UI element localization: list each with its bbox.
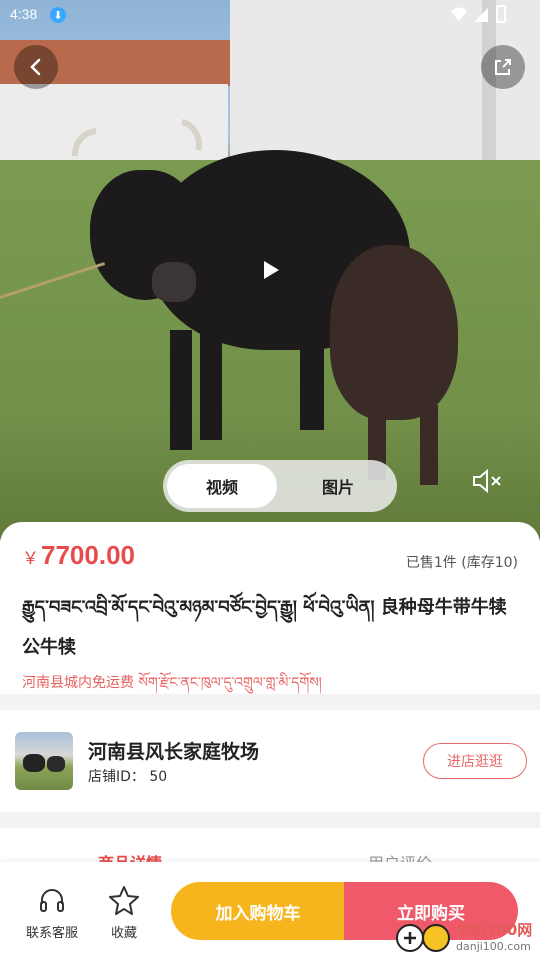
calf-leg-2	[420, 405, 438, 485]
signal-icon	[474, 8, 488, 22]
media-toggle: 视频 图片	[163, 460, 397, 512]
currency-symbol: ￥	[22, 549, 39, 568]
share-icon	[495, 59, 511, 75]
back-button[interactable]	[14, 45, 58, 89]
share-button[interactable]	[481, 45, 525, 89]
product-title: རྒྱུད་བཟང་འབྲི་མོ་དང་བེའུ་མཉམ་བཙོང་བྱེད་…	[22, 597, 507, 658]
watermark: 单机100网 danji100.com	[396, 918, 532, 954]
thumb-yak	[23, 754, 45, 772]
thumb-yak-2	[47, 756, 65, 772]
star-icon	[109, 886, 139, 915]
shipping-note: 河南县城内免运费 སོག་རྫོང་ནང་ཁུལ་དུ་འགྲུལ་གླ་མི་…	[22, 675, 322, 691]
watermark-url: danji100.com	[456, 940, 531, 953]
wifi-icon	[451, 7, 467, 21]
mute-icon[interactable]	[472, 468, 504, 494]
shop-name: 河南县风长家庭牧场	[88, 741, 260, 763]
yak-muzzle	[152, 262, 196, 302]
play-icon[interactable]	[260, 259, 282, 281]
yak-leg-3	[300, 320, 324, 430]
download-icon: ⬇	[50, 7, 66, 23]
watermark-logo-icon	[396, 924, 450, 952]
enter-shop-button[interactable]: 进店逛逛	[423, 743, 527, 779]
watermark-brand: 单机100网	[456, 921, 533, 939]
battery-icon	[496, 5, 506, 23]
shop-id: 店铺ID： 50	[88, 769, 168, 785]
add-to-cart-button[interactable]: 加入购物车	[171, 882, 345, 940]
price-value: 7700.00	[41, 540, 135, 570]
product-price: ￥7700.00	[22, 540, 135, 571]
shop-avatar[interactable]	[15, 732, 73, 790]
favorite-label: 收藏	[110, 926, 137, 941]
tab-images[interactable]: 图片	[283, 464, 393, 508]
chevron-left-icon	[30, 58, 41, 76]
yak-leg	[170, 330, 192, 450]
calf-body	[330, 245, 458, 420]
customer-service-label: 联系客服	[26, 926, 79, 941]
yak-leg-2	[200, 330, 222, 440]
customer-service-button[interactable]: 联系客服	[26, 886, 78, 941]
tab-video[interactable]: 视频	[167, 464, 277, 508]
status-time: 4:38	[10, 6, 38, 22]
favorite-button[interactable]: 收藏	[108, 884, 140, 941]
sold-count: 已售1件 (库存10)	[405, 555, 518, 571]
headset-icon	[40, 889, 64, 912]
